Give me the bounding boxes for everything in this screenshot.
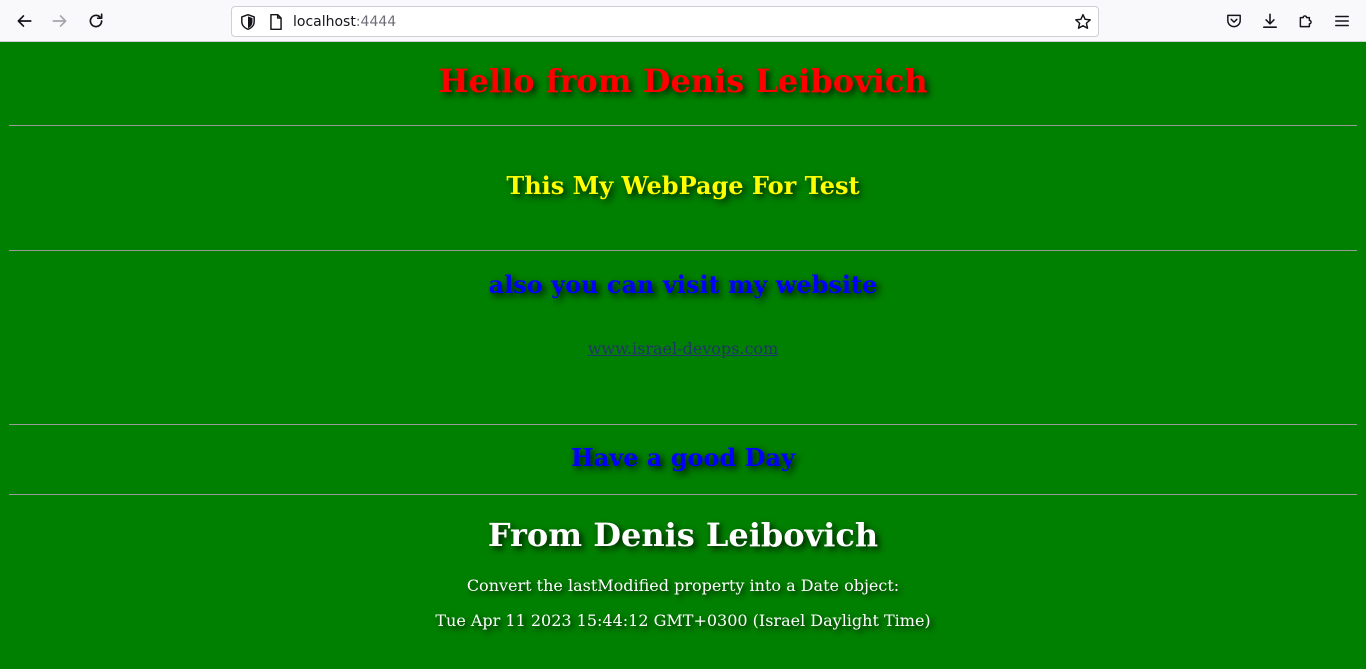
- page-subtitle: This My WebPage For Test: [506, 171, 860, 200]
- download-icon: [1263, 13, 1277, 28]
- star-icon[interactable]: [1074, 13, 1092, 31]
- reload-icon: [89, 13, 103, 28]
- url-bar[interactable]: localhost:4444: [231, 6, 1099, 37]
- website-link-text[interactable]: www.israel-devops.com: [588, 339, 778, 358]
- shield-icon[interactable]: [239, 13, 257, 31]
- downloads-button[interactable]: [1256, 7, 1284, 35]
- page-title: Hello from Denis Leibovich: [438, 62, 928, 100]
- url-text[interactable]: localhost:4444: [293, 13, 396, 31]
- page-content: Hello from Denis Leibovich This My WebPa…: [0, 42, 1366, 669]
- divider: [9, 494, 1357, 495]
- url-host: localhost: [293, 14, 356, 30]
- reload-button[interactable]: [82, 7, 110, 35]
- browser-toolbar: localhost:4444: [0, 0, 1366, 42]
- url-port: :4444: [355, 14, 397, 30]
- divider: [9, 125, 1357, 126]
- page-icon[interactable]: [267, 13, 285, 31]
- arrow-left-icon: [17, 15, 32, 27]
- forward-button[interactable]: [46, 7, 74, 35]
- divider: [9, 250, 1357, 251]
- visit-heading: also you can visit my website: [488, 270, 878, 299]
- extensions-button[interactable]: [1292, 7, 1320, 35]
- convert-text: Convert the lastModified property into a…: [466, 576, 900, 595]
- hamburger-menu-icon: [1335, 15, 1349, 27]
- back-button[interactable]: [10, 7, 38, 35]
- puzzle-icon: [1299, 15, 1312, 28]
- divider: [9, 424, 1357, 425]
- menu-button[interactable]: [1328, 7, 1356, 35]
- good-day-heading: Have a good Day: [571, 443, 795, 472]
- pocket-button[interactable]: [1220, 7, 1248, 35]
- website-link: www.israel-devops.com: [0, 339, 1366, 358]
- last-modified-date: Tue Apr 11 2023 15:44:12 GMT+0300 (Israe…: [435, 611, 931, 630]
- pocket-icon: [1227, 14, 1241, 28]
- arrow-right-icon: [52, 15, 67, 27]
- from-heading: From Denis Leibovich: [487, 516, 879, 554]
